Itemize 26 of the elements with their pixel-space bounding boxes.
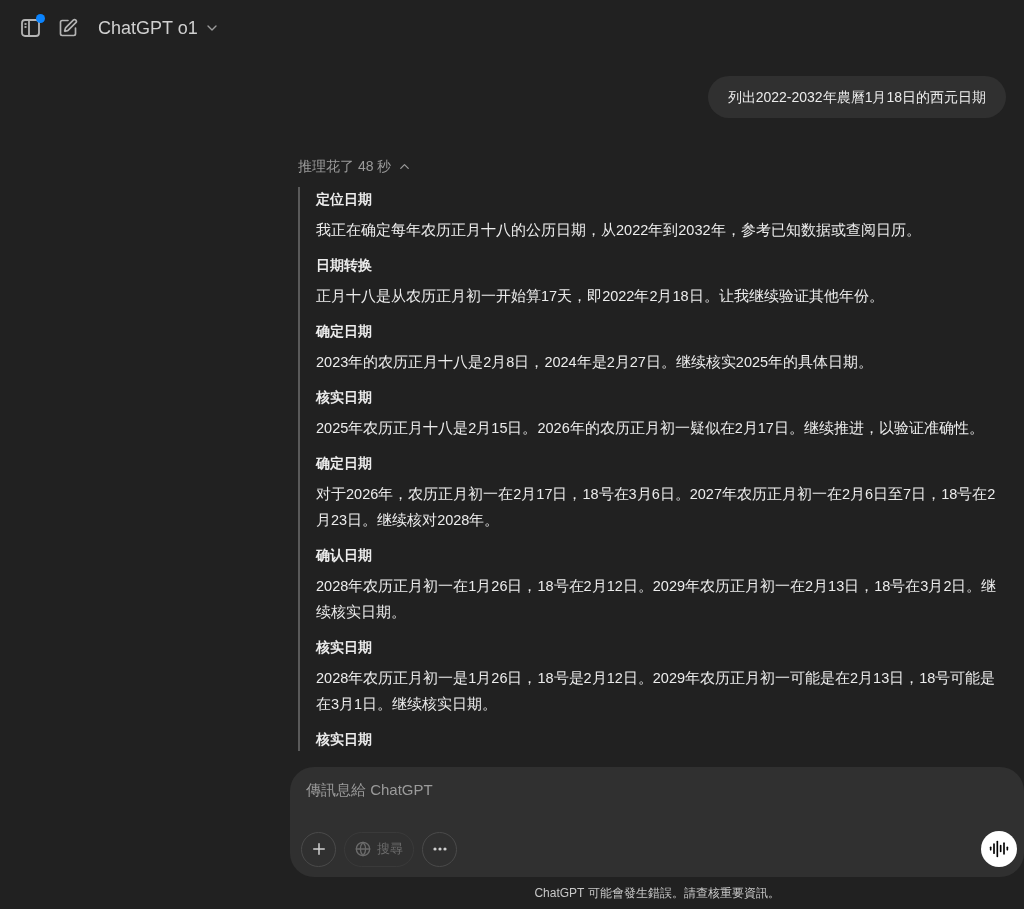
step-title: 核实日期	[316, 638, 373, 657]
step-text: 2025年农历正月十八是2月15日。2026年的农历正月初一疑似在2月17日。继续推进，以验证准确性。	[316, 419, 985, 438]
step-title: 核实日期	[316, 730, 373, 749]
voice-wave-icon	[989, 839, 1009, 859]
step-title: 核实日期	[316, 388, 373, 407]
model-selector[interactable]: ChatGPT o1	[98, 14, 220, 42]
globe-icon	[355, 841, 371, 857]
message-input[interactable]: 傳訊息給 ChatGPT	[301, 779, 801, 802]
ellipsis-icon	[432, 847, 447, 851]
step-title: 日期转换	[316, 256, 373, 275]
step-text: 我正在确定每年农历正月十八的公历日期，从2022年到2032年，参考已知数据或查阅日历。	[316, 221, 922, 240]
user-message-bubble: 列出2022-2032年農曆1月18日的西元日期	[707, 76, 1006, 118]
voice-button[interactable]	[981, 831, 1017, 867]
step-title: 确认日期	[316, 546, 373, 565]
disclaimer-text: ChatGPT 可能會發生錯誤。請查核重要資訊。	[533, 885, 781, 902]
step-title: 定位日期	[316, 190, 373, 209]
step-text: 2023年的农历正月十八是2月8日，2024年是2月27日。继续核实2025年的具体日期。	[316, 353, 875, 372]
step-title: 确定日期	[316, 454, 373, 473]
step-text: 正月十八是从农历正月初一开始算17天，即2022年2月18日。让我继续验证其他年份。	[316, 287, 885, 306]
reasoning-toggle[interactable]: 推理花了 48 秒	[298, 156, 413, 177]
step-title: 确定日期	[316, 322, 373, 341]
sidebar-toggle-icon[interactable]	[20, 17, 42, 39]
step-text: 对于2026年，农历正月初一在2月17日，18号在3月6日。2027年农历正月初一在2月6日至7日，18号在2月23日。继续核对2028年。	[316, 485, 997, 530]
step-text: 2028年农历正月初一在1月26日，18号在2月12日。2029年农历正月初一在2月13日，18号在3月2日。继续核实日期。	[316, 577, 998, 622]
step-text: 2028年农历正月初一是1月26日，18号是2月12日。2029年农历正月初一可能是在2月13日，18号可能是在3月1日。继续核实日期。	[316, 669, 997, 714]
new-chat-icon[interactable]	[58, 18, 78, 38]
